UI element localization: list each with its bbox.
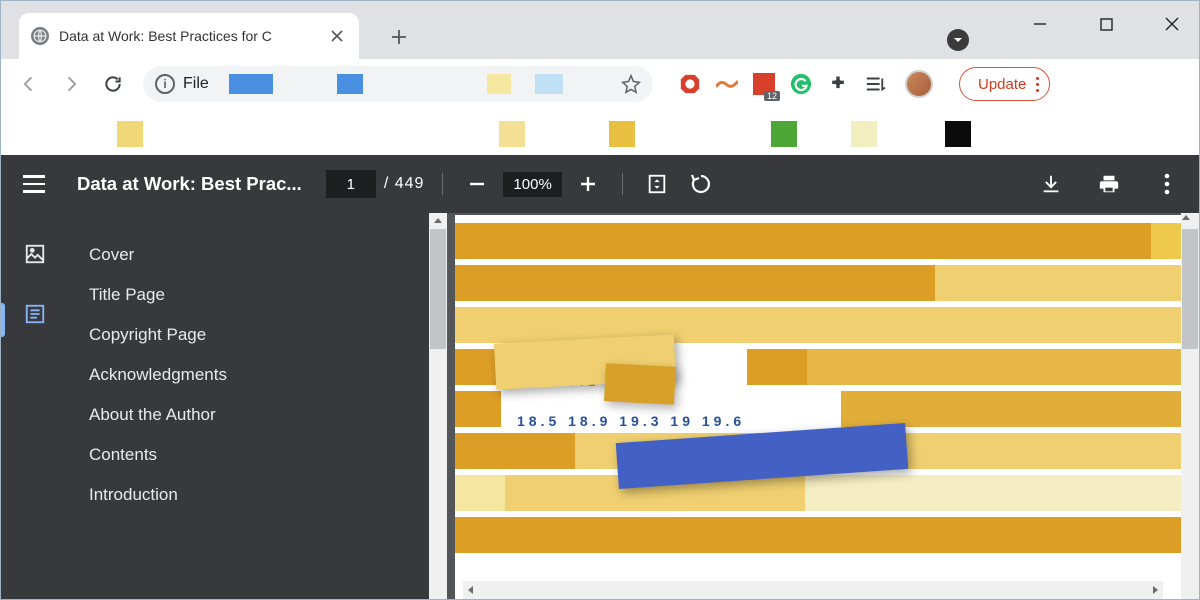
new-tab-button[interactable] bbox=[385, 23, 413, 51]
divider bbox=[442, 173, 443, 195]
forward-button[interactable] bbox=[53, 66, 89, 102]
browser-tab[interactable]: Data at Work: Best Practices for C bbox=[19, 13, 359, 59]
outline-item[interactable]: Title Page bbox=[85, 275, 419, 315]
browser-toolbar: i File 12 Update bbox=[1, 59, 1199, 109]
zoom-out-button[interactable] bbox=[461, 168, 493, 200]
bookmarks-bar bbox=[1, 109, 1199, 155]
scroll-right-arrow-icon[interactable] bbox=[1147, 581, 1163, 599]
sidebar-tabs bbox=[1, 213, 69, 599]
bookmark-item[interactable] bbox=[771, 121, 797, 147]
extension-icon[interactable] bbox=[714, 72, 739, 97]
sidebar-scrollbar[interactable] bbox=[429, 213, 447, 599]
cover-numbers-row2: 18.5 18.9 19.3 19 19.6 bbox=[517, 413, 745, 429]
scroll-up-arrow-icon[interactable] bbox=[430, 213, 446, 229]
active-tab-indicator bbox=[1, 303, 5, 337]
bookmark-item[interactable] bbox=[851, 121, 877, 147]
url-scheme: File bbox=[183, 75, 209, 93]
rotate-button[interactable] bbox=[685, 168, 717, 200]
extension-badge: 12 bbox=[764, 91, 780, 101]
zoom-in-button[interactable] bbox=[572, 168, 604, 200]
bookmark-item[interactable] bbox=[609, 121, 635, 147]
minimize-button[interactable] bbox=[1021, 9, 1059, 39]
print-button[interactable] bbox=[1093, 168, 1125, 200]
update-label: Update bbox=[978, 76, 1026, 93]
scroll-left-arrow-icon[interactable] bbox=[463, 581, 479, 599]
pdf-body: Cover Title Page Copyright Page Acknowle… bbox=[1, 213, 1199, 599]
bookmark-item[interactable] bbox=[945, 121, 971, 147]
outline-item[interactable]: Acknowledgments bbox=[85, 355, 419, 395]
vertical-scrollbar[interactable] bbox=[1181, 213, 1199, 599]
profile-avatar[interactable] bbox=[905, 70, 933, 98]
grammarly-extension-icon[interactable] bbox=[788, 72, 813, 97]
page-number-input[interactable]: 1 bbox=[326, 170, 376, 198]
kebab-icon bbox=[1036, 77, 1039, 92]
zoom-level[interactable]: 100% bbox=[503, 172, 561, 197]
window-controls bbox=[1021, 9, 1191, 39]
reload-button[interactable] bbox=[95, 66, 131, 102]
document-viewport: 33.2 30.1 26.8 18.5 18.9 19.3 19 19.6 bbox=[447, 213, 1199, 599]
scroll-up-arrow-icon[interactable] bbox=[1181, 213, 1199, 223]
url-redaction bbox=[535, 74, 563, 94]
document-page[interactable]: 33.2 30.1 26.8 18.5 18.9 19.3 19 19.6 bbox=[455, 215, 1181, 599]
close-window-button[interactable] bbox=[1153, 9, 1191, 39]
document-outline: Cover Title Page Copyright Page Acknowle… bbox=[69, 213, 429, 599]
update-button[interactable]: Update bbox=[959, 67, 1050, 101]
tab-title: Data at Work: Best Practices for C bbox=[59, 28, 272, 44]
outline-item[interactable]: Contents bbox=[85, 435, 419, 475]
cover-torn-piece bbox=[604, 363, 676, 405]
thumbnails-tab-icon[interactable] bbox=[22, 241, 48, 267]
download-button[interactable] bbox=[1035, 168, 1067, 200]
page-total: / 449 bbox=[384, 175, 425, 193]
outline-item[interactable]: About the Author bbox=[85, 395, 419, 435]
outline-item[interactable]: Introduction bbox=[85, 475, 419, 515]
outline-item[interactable]: Copyright Page bbox=[85, 315, 419, 355]
pdf-sidebar: Cover Title Page Copyright Page Acknowle… bbox=[1, 213, 447, 599]
url-redaction bbox=[337, 74, 363, 94]
url-redaction bbox=[487, 74, 511, 94]
menu-icon[interactable] bbox=[17, 175, 51, 193]
close-tab-icon[interactable] bbox=[329, 28, 345, 44]
maximize-button[interactable] bbox=[1087, 9, 1125, 39]
adblock-extension-icon[interactable] bbox=[677, 72, 702, 97]
bookmark-item[interactable] bbox=[499, 121, 525, 147]
globe-icon bbox=[31, 27, 49, 45]
horizontal-scrollbar[interactable] bbox=[463, 581, 1163, 599]
bookmark-item[interactable] bbox=[117, 121, 143, 147]
outline-tab-icon[interactable] bbox=[22, 301, 48, 327]
extension-icon[interactable]: 12 bbox=[751, 72, 776, 97]
address-bar[interactable]: i File bbox=[143, 66, 653, 102]
divider bbox=[622, 173, 623, 195]
scrollbar-thumb[interactable] bbox=[1182, 229, 1198, 349]
account-dropdown-icon[interactable] bbox=[947, 29, 969, 51]
window-titlebar: Data at Work: Best Practices for C bbox=[1, 1, 1199, 59]
url-redaction bbox=[229, 74, 273, 94]
cover-artwork: 33.2 30.1 26.8 18.5 18.9 19.3 19 19.6 bbox=[455, 215, 1181, 581]
document-title: Data at Work: Best Prac... bbox=[77, 173, 302, 195]
scrollbar-thumb[interactable] bbox=[430, 229, 446, 349]
reading-list-icon[interactable] bbox=[862, 72, 887, 97]
pdf-toolbar: Data at Work: Best Prac... 1 / 449 100% bbox=[1, 155, 1199, 213]
extensions-menu-icon[interactable] bbox=[825, 72, 850, 97]
extensions-area: 12 Update bbox=[677, 67, 1050, 101]
bookmark-star-icon[interactable] bbox=[621, 74, 641, 94]
outline-item[interactable]: Cover bbox=[85, 235, 419, 275]
site-info-icon[interactable]: i bbox=[155, 74, 175, 94]
more-actions-button[interactable] bbox=[1151, 168, 1183, 200]
back-button[interactable] bbox=[11, 66, 47, 102]
fit-page-button[interactable] bbox=[641, 168, 673, 200]
